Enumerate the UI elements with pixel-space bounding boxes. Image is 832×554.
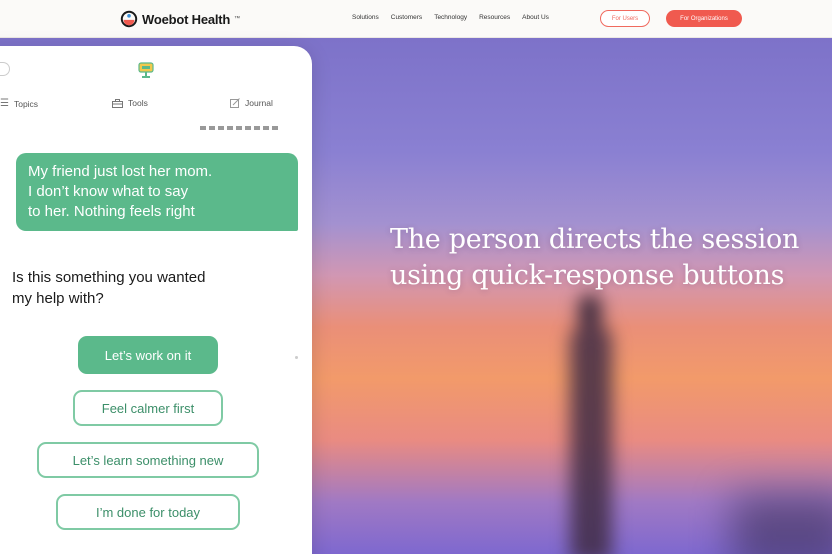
nav-about-us[interactable]: About Us [522,14,549,21]
trademark-mark: ™ [234,16,241,22]
tab-tools-label: Tools [128,98,148,108]
hero-shadow [732,494,832,554]
hero-headline: The person directs the session using qui… [390,222,832,294]
hero-headline-line-2: using quick-response buttons [390,260,785,291]
nav-customers[interactable]: Customers [391,14,422,21]
for-users-button[interactable]: For Users [600,10,650,27]
list-icon: ☰ [0,98,9,109]
nav-solutions[interactable]: Solutions [352,14,379,21]
brand-logo[interactable]: Woebot Health ™ [120,10,240,28]
quick-reply-feel-calmer-first[interactable]: Feel calmer first [73,390,223,426]
top-navigation: Woebot Health ™ Solutions Customers Tech… [0,0,832,38]
previous-message-fragment [200,122,280,130]
back-arrow-icon[interactable] [0,62,10,76]
woebot-logo-icon [120,10,138,28]
bot-message-bubble: Is this something you wanted my help wit… [0,265,294,313]
user-message-line-2: I don’t know what to say [28,183,189,200]
nav-technology[interactable]: Technology [434,14,467,21]
nav-resources[interactable]: Resources [479,14,510,21]
for-organizations-button[interactable]: For Organizations [666,10,742,27]
toolbox-icon [112,98,123,108]
brand-name: Woebot Health [142,11,231,27]
tab-tools[interactable]: Tools [112,98,148,108]
bot-message-line-1: Is this something you wanted [12,269,206,286]
edit-icon [230,98,240,108]
user-message-line-1: My friend just lost her mom. [28,163,213,180]
user-message-bubble: My friend just lost her mom. I don’t kno… [16,153,298,231]
tab-journal[interactable]: Journal [230,98,273,108]
blurred-person-silhouette [560,293,620,554]
scroll-indicator [295,356,298,359]
main-nav: Solutions Customers Technology Resources… [352,14,549,21]
chat-app-mockup: ☰ Topics Tools Journal My friend just lo… [0,46,312,554]
tab-topics[interactable]: ☰ Topics [0,98,38,109]
user-message-line-3: to her. Nothing feels right [28,203,195,220]
quick-reply-done-for-today[interactable]: I’m done for today [56,494,240,530]
tab-journal-label: Journal [245,98,273,108]
quick-reply-learn-something-new[interactable]: Let’s learn something new [37,442,259,478]
tab-topics-label: Topics [13,98,39,109]
chat-tab-bar: ☰ Topics Tools Journal [0,98,312,118]
bot-message-line-2: my help with? [12,290,104,307]
hero-headline-line-1: The person directs the session [390,224,800,255]
woebot-robot-icon [138,62,154,78]
quick-reply-lets-work-on-it[interactable]: Let’s work on it [78,336,218,374]
